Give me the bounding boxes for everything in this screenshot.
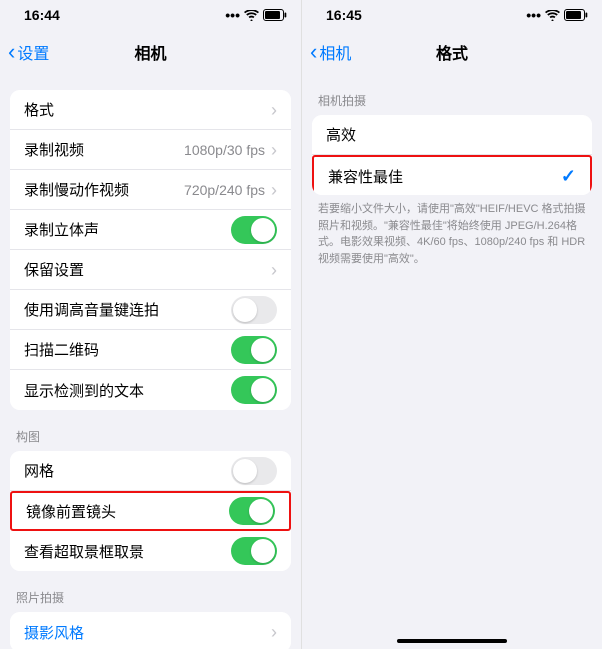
chevron-right-icon: › (271, 261, 277, 279)
row-label: 查看超取景框取景 (24, 541, 231, 562)
settings-row[interactable]: 网格 (10, 451, 291, 491)
wifi-icon (545, 10, 560, 21)
battery-icon (263, 9, 287, 21)
row-label: 网格 (24, 460, 231, 481)
chevron-left-icon: ‹ (8, 41, 15, 63)
row-label: 录制视频 (24, 139, 184, 160)
row-label: 镜像前置镜头 (26, 501, 229, 522)
settings-group-composition: 网格镜像前置镜头查看超取景框取景 (10, 451, 291, 571)
settings-row[interactable]: 保留设置› (10, 250, 291, 290)
status-time: 16:45 (326, 7, 362, 23)
chevron-right-icon: › (271, 181, 277, 199)
camera-settings-screen: 16:44 ••• ‹ 设置 相机 格式›录制视频1080p/30 fps›录制… (0, 0, 301, 649)
row-label: 摄影风格 (24, 622, 271, 643)
nav-bar: ‹ 设置 相机 (0, 30, 301, 74)
chevron-right-icon: › (271, 141, 277, 159)
row-label: 兼容性最佳 (328, 166, 561, 187)
settings-group-photo: 摄影风格› (10, 612, 291, 649)
dots-icon: ••• (225, 7, 240, 23)
row-label: 录制慢动作视频 (24, 179, 184, 200)
settings-row[interactable]: 使用调高音量键连拍 (10, 290, 291, 330)
row-value: 720p/240 fps (184, 182, 265, 198)
settings-row[interactable]: 摄影风格› (10, 612, 291, 649)
toggle-switch[interactable] (231, 216, 277, 244)
settings-group-capture: 高效兼容性最佳✓ (312, 115, 592, 195)
battery-icon (564, 9, 588, 21)
status-bar: 16:45 ••• (302, 0, 602, 30)
row-label: 扫描二维码 (24, 339, 231, 360)
settings-row[interactable]: 镜像前置镜头 (10, 491, 291, 531)
settings-row[interactable]: 录制视频1080p/30 fps › (10, 130, 291, 170)
content-scroll[interactable]: 相机拍摄 高效兼容性最佳✓ 若要缩小文件大小，请使用"高效"HEIF/HEVC … (302, 74, 602, 649)
row-label: 格式 (24, 99, 271, 120)
settings-row[interactable]: 录制慢动作视频720p/240 fps › (10, 170, 291, 210)
status-right: ••• (526, 7, 588, 23)
row-label: 使用调高音量键连拍 (24, 299, 231, 320)
toggle-switch[interactable] (231, 296, 277, 324)
status-time: 16:44 (24, 7, 60, 23)
row-label: 保留设置 (24, 259, 271, 280)
dots-icon: ••• (526, 7, 541, 23)
section-header-capture: 相机拍摄 (302, 74, 602, 115)
status-bar: 16:44 ••• (0, 0, 301, 30)
settings-row[interactable]: 扫描二维码 (10, 330, 291, 370)
nav-bar: ‹ 相机 格式 (302, 30, 602, 74)
row-label: 录制立体声 (24, 219, 231, 240)
wifi-icon (244, 10, 259, 21)
back-label: 设置 (17, 40, 49, 64)
settings-group-main: 格式›录制视频1080p/30 fps›录制慢动作视频720p/240 fps›… (10, 90, 291, 410)
back-button[interactable]: ‹ 相机 (310, 40, 351, 64)
section-header-composition: 构图 (0, 410, 301, 451)
section-header-photo: 照片拍摄 (0, 571, 301, 612)
row-label: 高效 (326, 124, 578, 145)
content-scroll[interactable]: 格式›录制视频1080p/30 fps›录制慢动作视频720p/240 fps›… (0, 74, 301, 649)
footer-text-capture: 若要缩小文件大小，请使用"高效"HEIF/HEVC 格式拍摄照片和视频。"兼容性… (302, 195, 602, 267)
toggle-switch[interactable] (229, 497, 275, 525)
settings-row[interactable]: 显示检测到的文本 (10, 370, 291, 410)
toggle-switch[interactable] (231, 336, 277, 364)
chevron-right-icon: › (271, 101, 277, 119)
home-indicator[interactable] (397, 639, 507, 643)
formats-screen: 16:45 ••• ‹ 相机 格式 相机拍摄 高效兼容性最佳✓ 若要缩小文件大小… (301, 0, 602, 649)
settings-row[interactable]: 录制立体声 (10, 210, 291, 250)
back-button[interactable]: ‹ 设置 (8, 40, 49, 64)
back-label: 相机 (319, 40, 351, 64)
toggle-switch[interactable] (231, 457, 277, 485)
settings-row[interactable]: 查看超取景框取景 (10, 531, 291, 571)
toggle-switch[interactable] (231, 376, 277, 404)
chevron-right-icon: › (271, 623, 277, 641)
row-value: 1080p/30 fps (184, 142, 265, 158)
checkmark-icon: ✓ (561, 166, 576, 187)
settings-row[interactable]: 高效 (312, 115, 592, 155)
row-label: 显示检测到的文本 (24, 380, 231, 401)
status-right: ••• (225, 7, 287, 23)
toggle-switch[interactable] (231, 537, 277, 565)
settings-row[interactable]: 格式› (10, 90, 291, 130)
settings-row[interactable]: 兼容性最佳✓ (312, 155, 592, 195)
chevron-left-icon: ‹ (310, 41, 317, 63)
